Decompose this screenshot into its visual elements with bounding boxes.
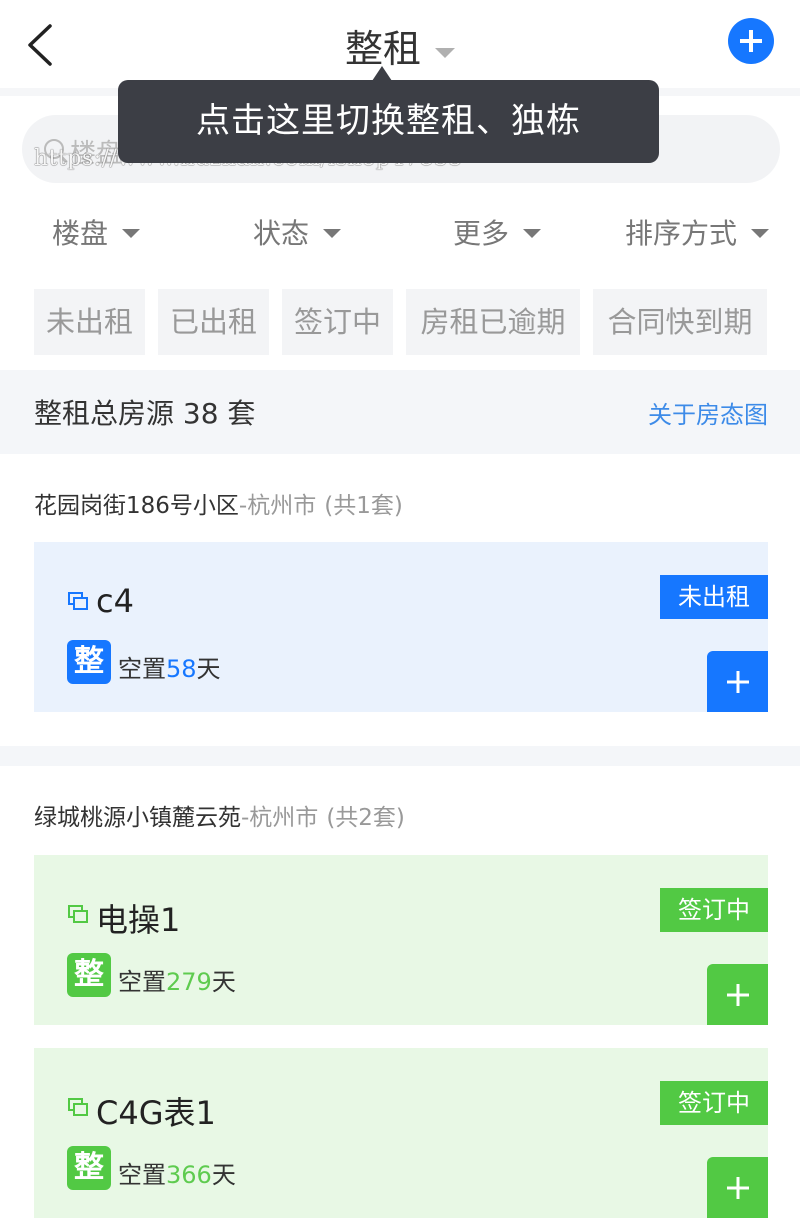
caret-down-icon <box>523 228 542 238</box>
status-badge: 未出租 <box>660 575 768 619</box>
add-button[interactable] <box>707 651 768 712</box>
caret-down-icon <box>751 228 770 238</box>
group-count: (共1套) <box>324 493 403 519</box>
vacancy-days: 58 <box>166 655 197 683</box>
group-separator <box>0 746 800 766</box>
vacancy-text: 空置279天 <box>118 962 236 997</box>
filter-sort[interactable]: 排序方式 <box>625 212 770 252</box>
plus-circle-icon[interactable] <box>728 18 774 64</box>
filter-label: 更多 <box>453 217 510 250</box>
copy-icon <box>68 592 88 610</box>
group-count: (共2套) <box>326 805 405 831</box>
add-button[interactable] <box>707 964 768 1025</box>
app-header: 整租 <box>0 0 800 88</box>
unit-name: 电操1 <box>96 901 181 939</box>
add-button[interactable] <box>707 1157 768 1218</box>
unit-card[interactable]: c4 整 空置58天 未出租 <box>34 542 768 712</box>
onboarding-tooltip[interactable]: 点击这里切换整租、独栋 <box>118 80 659 163</box>
chip-rent-overdue[interactable]: 房租已逾期 <box>406 289 580 355</box>
group-header: 花园岗街186号小区-杭州市 (共1套) <box>34 486 403 520</box>
summary-count: 整租总房源 38 套 <box>34 397 256 430</box>
chip-signing[interactable]: 签订中 <box>282 289 393 355</box>
type-badge: 整 <box>67 953 111 997</box>
vacancy-unit: 天 <box>211 968 236 996</box>
copy-icon <box>68 1098 88 1116</box>
filter-label: 状态 <box>253 217 310 250</box>
vacancy-unit: 天 <box>211 1161 236 1189</box>
vacancy-label: 空置 <box>118 968 166 996</box>
unit-name: C4G表1 <box>96 1094 216 1132</box>
vacancy-text: 空置58天 <box>118 649 221 684</box>
page-title: 整租 <box>344 27 421 71</box>
type-badge: 整 <box>67 640 111 684</box>
filter-building[interactable]: 楼盘 <box>52 212 141 252</box>
title-switcher[interactable]: 整租 <box>0 18 800 73</box>
filter-label: 楼盘 <box>52 217 109 250</box>
chip-unrented[interactable]: 未出租 <box>34 289 145 355</box>
caret-down-icon <box>323 228 342 238</box>
group-city: -杭州市 <box>241 805 319 831</box>
caret-down-icon <box>435 47 455 58</box>
status-badge: 签订中 <box>660 888 768 932</box>
vacancy-unit: 天 <box>196 655 221 683</box>
chip-rented[interactable]: 已出租 <box>158 289 269 355</box>
group-name: 花园岗街186号小区 <box>34 493 239 519</box>
summary-bar: 整租总房源 38 套 关于房态图 <box>0 370 800 454</box>
unit-card[interactable]: C4G表1 整 空置366天 签订中 <box>34 1048 768 1218</box>
vacancy-days: 366 <box>166 1161 212 1189</box>
status-chips: 未出租 已出租 签订中 房租已逾期 合同快到期 <box>0 289 800 355</box>
status-badge: 签订中 <box>660 1081 768 1125</box>
type-badge: 整 <box>67 1146 111 1190</box>
copy-icon <box>68 905 88 923</box>
vacancy-label: 空置 <box>118 1161 166 1189</box>
vacancy-label: 空置 <box>118 655 166 683</box>
caret-down-icon <box>122 228 141 238</box>
chip-contract-expiring[interactable]: 合同快到期 <box>593 289 767 355</box>
about-room-map-link[interactable]: 关于房态图 <box>648 395 768 430</box>
group-header: 绿城桃源小镇麓云苑-杭州市 (共2套) <box>34 798 405 832</box>
group-name: 绿城桃源小镇麓云苑 <box>34 805 241 831</box>
group-city: -杭州市 <box>238 493 317 519</box>
vacancy-text: 空置366天 <box>118 1155 236 1190</box>
tooltip-arrow <box>372 66 392 81</box>
filter-more[interactable]: 更多 <box>453 212 542 252</box>
filter-label: 排序方式 <box>625 217 738 250</box>
unit-name: c4 <box>96 582 134 620</box>
filter-status[interactable]: 状态 <box>253 212 342 252</box>
unit-card[interactable]: 电操1 整 空置279天 签订中 <box>34 855 768 1025</box>
vacancy-days: 279 <box>166 968 212 996</box>
tooltip-text: 点击这里切换整租、独栋 <box>196 101 581 141</box>
filter-bar: 楼盘 状态 更多 排序方式 <box>0 200 800 266</box>
